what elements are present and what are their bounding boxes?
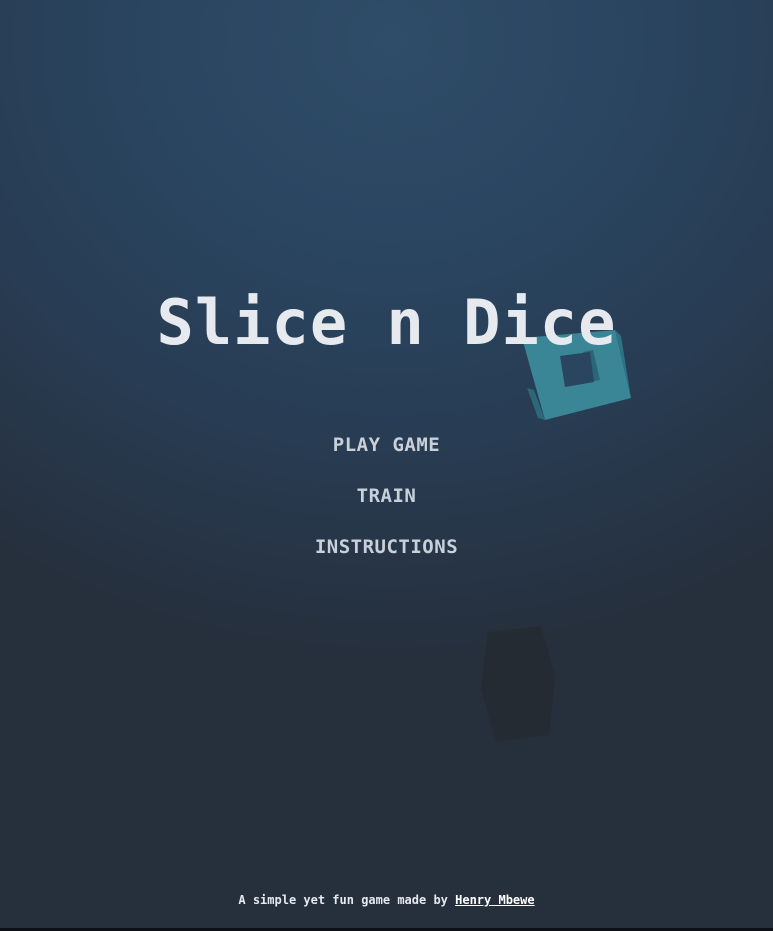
- game-title: Slice n Dice: [156, 286, 617, 359]
- dark-cube: [481, 626, 555, 742]
- footer-text: A simple yet fun game made by: [238, 893, 456, 907]
- instructions-button[interactable]: INSTRUCTIONS: [0, 532, 773, 583]
- play-game-button[interactable]: PLAY GAME: [0, 430, 773, 481]
- main-menu: PLAY GAME TRAIN INSTRUCTIONS: [0, 430, 773, 583]
- train-button[interactable]: TRAIN: [0, 481, 773, 532]
- author-link[interactable]: Henry Mbewe: [455, 893, 534, 907]
- footer-credit: A simple yet fun game made by Henry Mbew…: [0, 893, 773, 907]
